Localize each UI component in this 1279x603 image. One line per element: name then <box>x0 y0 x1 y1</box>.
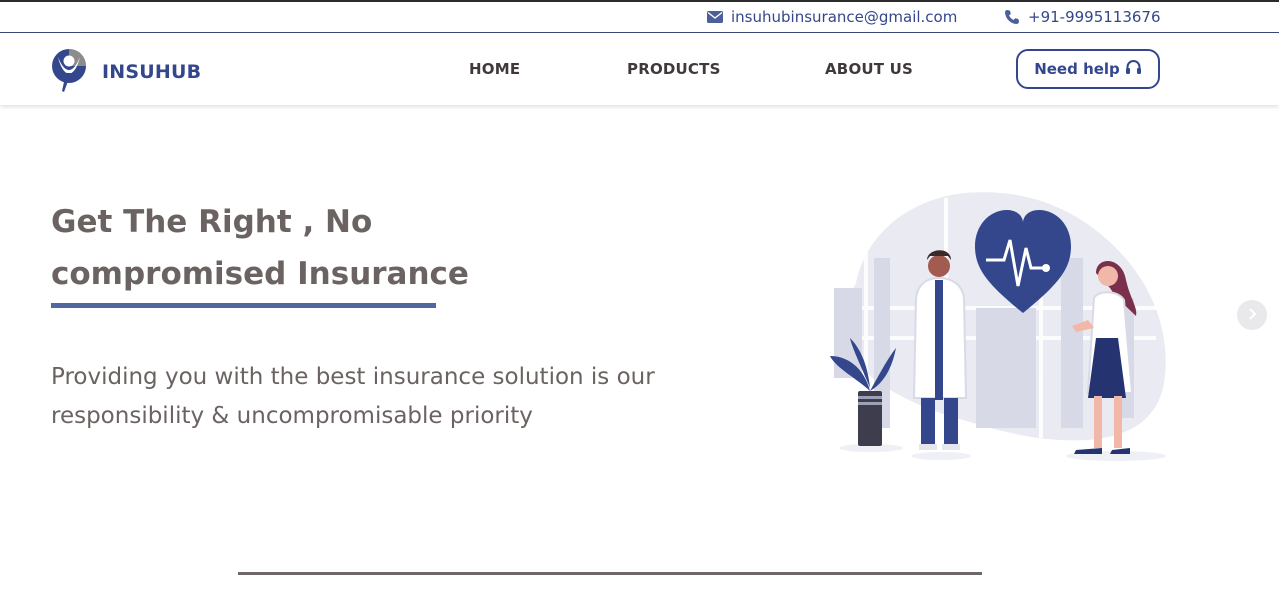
hero-title-underline <box>51 303 436 308</box>
nav-home[interactable]: HOME <box>469 60 520 78</box>
phone-icon <box>1004 9 1020 25</box>
contact-phone[interactable]: +91-9995113676 <box>1004 8 1161 26</box>
brand-logo[interactable]: INSUHUB <box>50 47 201 97</box>
doctors-heart-illustration <box>826 188 1172 464</box>
hero-title-line-2: compromised Insurance <box>51 256 469 292</box>
chevron-right-icon <box>1247 306 1257 325</box>
brand-name: INSUHUB <box>102 61 202 83</box>
headphones-icon <box>1125 59 1142 79</box>
hero-title-line-1: Get The Right , No <box>51 204 373 240</box>
hero-title: Get The Right , No compromised Insurance <box>51 196 571 300</box>
top-contact-bar: insuhubinsurance@gmail.com +91-999511367… <box>0 0 1279 33</box>
need-help-button[interactable]: Need help <box>1016 49 1160 89</box>
nav-about-us[interactable]: ABOUT US <box>825 60 913 78</box>
phone-text[interactable]: +91-9995113676 <box>1028 8 1161 26</box>
need-help-label: Need help <box>1034 60 1120 78</box>
hero-subtitle-line-2: responsibility & uncompromisable priorit… <box>51 403 533 429</box>
insuhub-logo-icon <box>50 47 88 97</box>
email-text[interactable]: insuhubinsurance@gmail.com <box>731 8 957 26</box>
contact-email[interactable]: insuhubinsurance@gmail.com <box>707 8 957 26</box>
main-navbar: INSUHUB HOME PRODUCTS ABOUT US Need help <box>0 33 1279 105</box>
carousel-next-button[interactable] <box>1237 300 1267 330</box>
hero-subtitle-line-1: Providing you with the best insurance so… <box>51 364 655 390</box>
section-divider <box>238 572 982 575</box>
envelope-icon <box>707 11 723 23</box>
nav-products[interactable]: PRODUCTS <box>627 60 721 78</box>
hero-subtitle: Providing you with the best insurance so… <box>51 358 711 436</box>
